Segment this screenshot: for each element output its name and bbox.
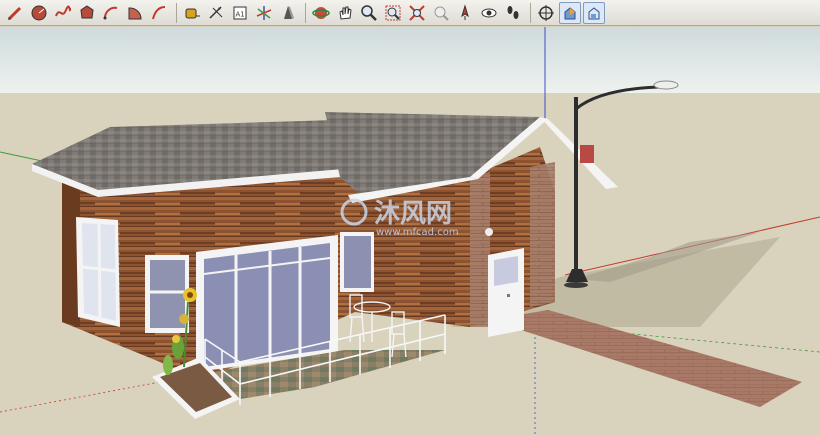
dimension-button[interactable]	[205, 2, 227, 24]
toolbar: A1	[0, 0, 820, 26]
display-section-planes-icon	[564, 6, 576, 19]
model-viewport[interactable]: 沐风网 www.mfcad.com	[0, 27, 820, 435]
tape-measure-button[interactable]	[181, 2, 203, 24]
section-plane-button[interactable]	[535, 2, 557, 24]
axes-button[interactable]	[253, 2, 275, 24]
polygon-button[interactable]	[76, 2, 98, 24]
wall-lamp	[485, 228, 493, 236]
display-section-cuts-button[interactable]	[583, 1, 605, 24]
text-label-icon: A1	[233, 6, 247, 19]
axes-icon	[256, 5, 272, 20]
pan-hand-icon	[339, 6, 352, 20]
zoom-extents-icon	[409, 4, 425, 21]
brick-chimney	[530, 162, 555, 307]
orbit-button[interactable]	[310, 2, 332, 24]
walk-icon	[507, 5, 519, 19]
arc-icon	[103, 6, 118, 19]
toolbar-separator	[176, 2, 177, 23]
polygon-icon	[80, 4, 94, 18]
orbit-icon	[312, 6, 330, 19]
previous-view-button[interactable]	[430, 2, 452, 24]
pencil-button[interactable]	[4, 2, 26, 24]
section-plane-icon	[538, 4, 554, 21]
toolbar-separator	[530, 2, 531, 23]
circle-tool-button[interactable]	[28, 2, 50, 24]
display-section-planes-button[interactable]	[559, 1, 581, 24]
zoom-icon	[361, 4, 377, 21]
pencil-icon	[7, 6, 22, 20]
sketchup-window: A1 沐风网 www.mfcad.com	[0, 0, 820, 435]
position-camera-button[interactable]	[454, 2, 476, 24]
zoom-extents-button[interactable]	[406, 2, 428, 24]
zoom-window-button[interactable]	[382, 2, 404, 24]
dimension-icon	[209, 5, 223, 19]
previous-view-icon	[434, 6, 449, 21]
zoom-window-icon	[385, 5, 401, 20]
look-around-icon	[481, 8, 497, 17]
svg-text:A1: A1	[236, 10, 245, 18]
side-window-right	[340, 232, 374, 292]
circle-tool-icon	[31, 5, 47, 20]
freehand-button[interactable]	[52, 2, 74, 24]
3d-text-button[interactable]	[277, 2, 299, 24]
sky	[0, 27, 820, 93]
brick-corner	[470, 172, 490, 327]
toolbar-separator	[305, 2, 306, 23]
tape-measure-icon	[185, 8, 200, 18]
position-camera-icon	[461, 3, 469, 20]
pan-hand-button[interactable]	[334, 2, 356, 24]
3d-text-icon	[284, 5, 294, 19]
text-label-button[interactable]: A1	[229, 2, 251, 24]
walk-button[interactable]	[502, 2, 524, 24]
front-door	[488, 248, 524, 337]
zoom-button[interactable]	[358, 2, 380, 24]
sliding-glass-door	[196, 235, 338, 372]
watermark-url: www.mfcad.com	[376, 227, 459, 238]
curve-icon	[152, 5, 166, 19]
curve-button[interactable]	[148, 2, 170, 24]
freehand-icon	[55, 5, 71, 16]
pie-button[interactable]	[124, 2, 146, 24]
lamp-banner	[580, 145, 594, 163]
display-section-cuts-icon	[588, 6, 600, 19]
pie-icon	[128, 6, 142, 19]
arc-button[interactable]	[100, 2, 122, 24]
side-window	[76, 217, 120, 327]
watermark-cn: 沐风网	[374, 199, 452, 229]
look-around-button[interactable]	[478, 2, 500, 24]
